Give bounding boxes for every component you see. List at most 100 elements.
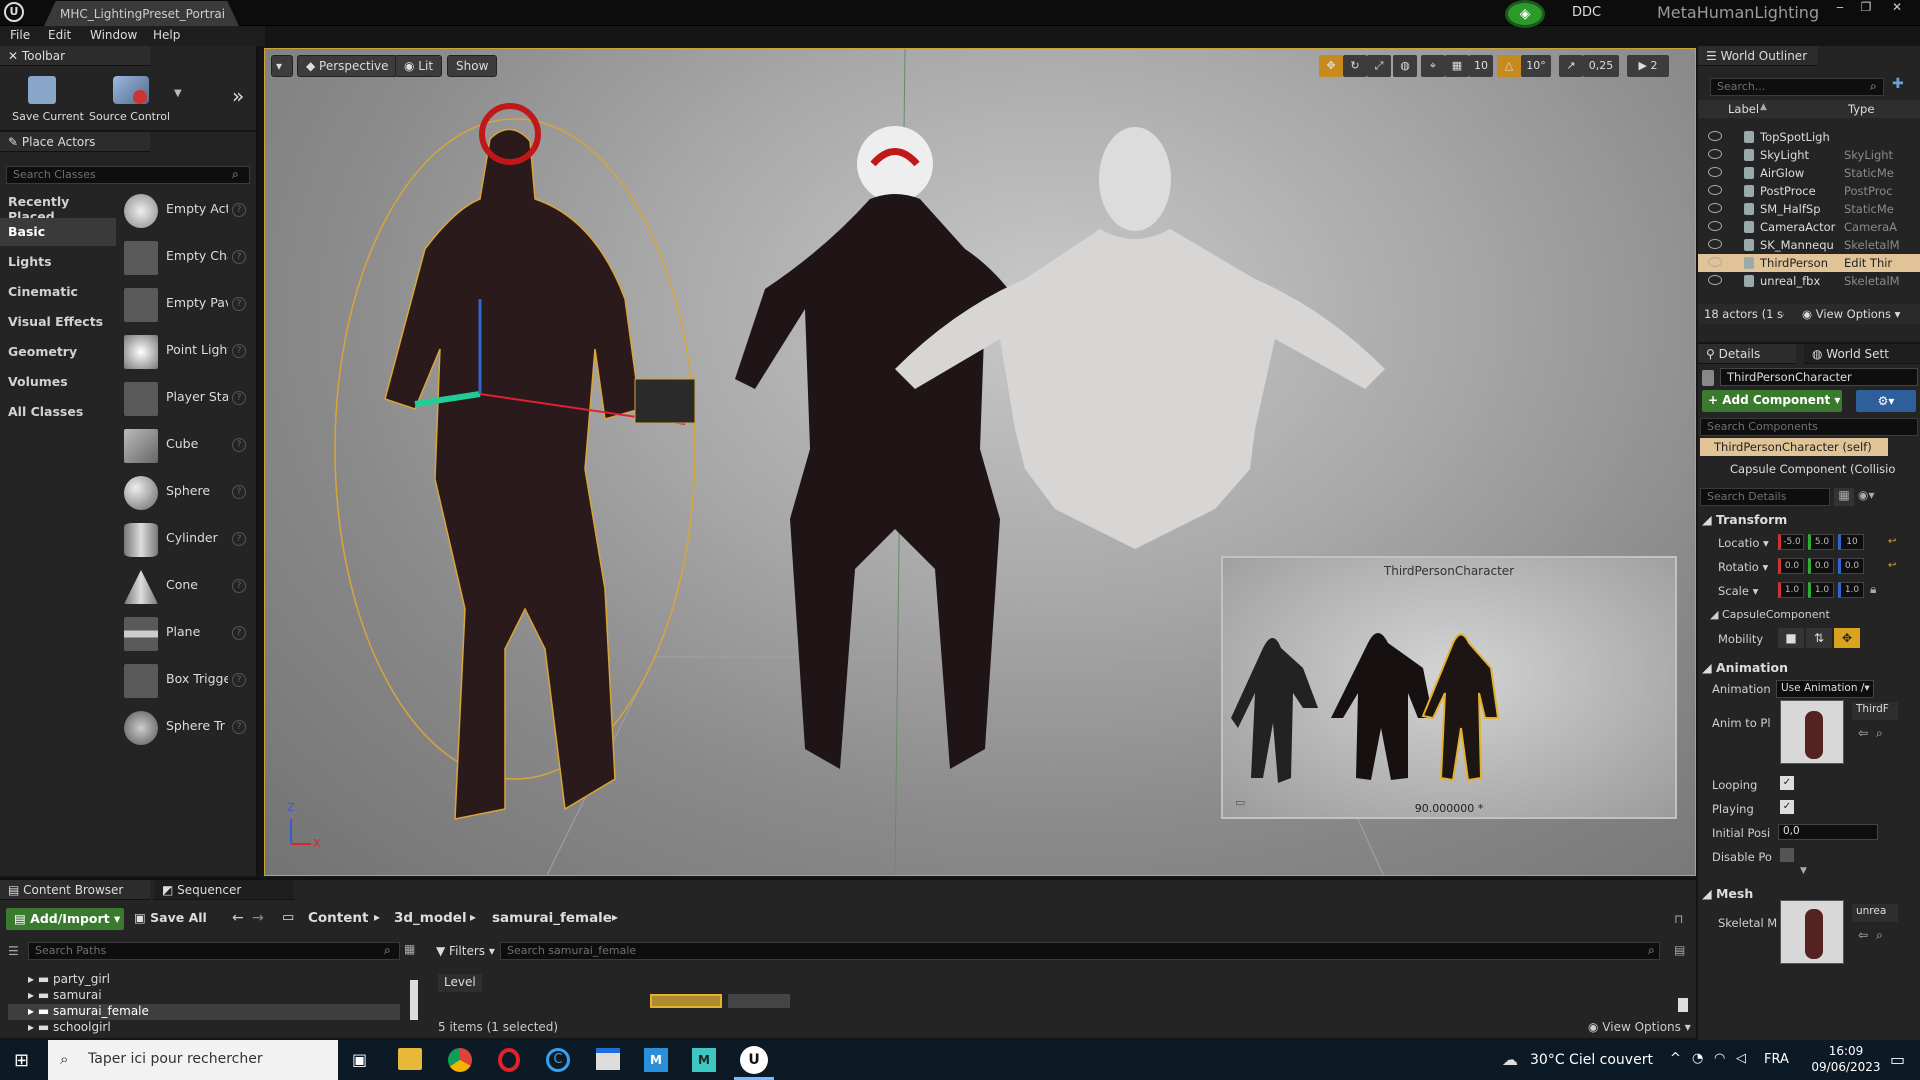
transform-section-header[interactable]: ◢ Transform [1702,512,1787,527]
advanced-expand-icon[interactable]: ▼ [1800,866,1807,876]
menu-help[interactable]: Help [153,28,180,42]
category-visual-effects[interactable]: Visual Effects [0,308,116,336]
breadcrumb-3d-model[interactable]: 3d_model [394,910,467,926]
playing-checkbox[interactable]: ✓ [1780,800,1794,814]
search-assets-input[interactable]: Search samurai_female [500,942,1660,960]
outliner-row[interactable]: AirGlow StaticMe [1698,164,1920,182]
world-outliner-tab[interactable]: ☰ World Outliner [1698,46,1818,66]
help-icon[interactable]: ? [232,720,246,734]
location-x-field[interactable]: -5.0 [1778,534,1804,550]
actor-item[interactable]: Cone? [120,565,252,610]
network-icon[interactable]: ◔ [1692,1051,1703,1066]
help-icon[interactable]: ? [232,391,246,405]
scale-x-field[interactable]: 1.0 [1778,582,1804,598]
help-icon[interactable]: ? [232,344,246,358]
store-icon[interactable] [596,1048,620,1070]
outliner-row[interactable]: SM_HalfSp StaticMe [1698,200,1920,218]
windows-start-icon[interactable]: ⊞ [14,1050,34,1071]
rotation-snap-value[interactable]: 10° [1521,55,1551,77]
help-icon[interactable]: ? [232,673,246,687]
category-recently-placed[interactable]: Recently Placed [0,188,116,224]
surface-snap-icon[interactable]: ⌖ [1421,55,1445,77]
search-components-input[interactable]: Search Components [1700,418,1918,436]
initial-position-field[interactable]: 0,0 [1778,824,1878,840]
back-arrow-icon[interactable]: ← [232,910,244,926]
rotation-snap-icon[interactable]: △ [1497,55,1521,77]
reset-icon[interactable]: ↩ [1888,536,1896,547]
mobility-static-button[interactable]: ■ [1778,628,1804,648]
visibility-eye-icon[interactable] [1708,185,1722,195]
visibility-eye-icon[interactable] [1708,149,1722,159]
lock-icon[interactable]: ⊓ [1674,912,1683,926]
metahuman-creator-icon[interactable]: M [692,1048,716,1072]
scale-snap-icon[interactable]: ↗ [1559,55,1583,77]
visibility-eye-icon[interactable] [1708,257,1722,267]
document-tab[interactable]: MHC_LightingPreset_Portrai [44,1,239,26]
animation-mode-dropdown[interactable]: Use Animation /▾ [1776,680,1874,698]
blueprint-button[interactable]: ⚙▾ [1856,390,1916,412]
scale-z-field[interactable]: 1.0 [1838,582,1864,598]
clock-date[interactable]: 09/06/2023 [1806,1060,1886,1074]
save-search-icon[interactable]: ▤ [1674,943,1685,957]
ddc-label[interactable]: DDC [1572,5,1601,20]
mesh-thumbnail[interactable] [1780,900,1844,964]
source-control-button[interactable]: Source Control [89,74,185,124]
lit-button[interactable]: ◉ Lit [395,55,443,77]
breadcrumb-separator-icon[interactable]: ▸ [374,910,380,924]
forward-arrow-icon[interactable]: → [252,910,264,926]
save-all-button[interactable]: ▣ Save All [134,910,207,925]
breadcrumb-separator-icon[interactable]: ▸ [470,910,476,924]
dropdown-arrow-icon[interactable]: ▼ [174,88,182,99]
location-z-field[interactable]: 10 [1838,534,1864,550]
search-classes-input[interactable]: Search Classes [6,166,250,184]
browse-icon[interactable]: ⌕ [1876,726,1883,741]
path-view-options-icon[interactable]: ▦ [404,942,420,960]
capsule-component-row[interactable]: Capsule Component (Collisio [1708,460,1918,478]
perspective-button[interactable]: ◆ Perspective [297,55,398,77]
folder-item[interactable]: ▸ ▬ samurai [28,988,398,1004]
viewport-options-button[interactable]: ▾ [271,55,293,77]
help-icon[interactable]: ? [232,626,246,640]
category-volumes[interactable]: Volumes [0,368,116,396]
camera-speed-button[interactable]: ▶ 2 [1627,55,1669,77]
visibility-eye-icon[interactable] [1708,239,1722,249]
file-explorer-icon[interactable] [398,1048,422,1070]
visibility-eye-icon[interactable] [1708,167,1722,177]
disable-post-process-checkbox[interactable] [1780,848,1794,862]
rotate-tool-icon[interactable]: ↻ [1343,55,1367,77]
menu-window[interactable]: Window [90,28,137,42]
use-selected-icon[interactable]: ⇦ [1858,726,1868,740]
content-view-options[interactable]: ◉ View Options ▾ [1588,1020,1691,1034]
scale-snap-value[interactable]: 0,25 [1583,55,1619,77]
help-icon[interactable]: ? [232,203,246,217]
menu-file[interactable]: File [10,28,30,42]
breadcrumb-separator-icon[interactable]: ▸ [612,910,618,924]
category-lights[interactable]: Lights [0,248,116,276]
help-icon[interactable]: ? [232,250,246,264]
mobility-stationary-button[interactable]: ⇅ [1806,628,1832,648]
toolbar-tab[interactable]: ✕ Toolbar [0,46,150,66]
notifications-icon[interactable]: ▭ [1890,1050,1905,1069]
asset-thumbnail[interactable] [728,994,790,1008]
rotation-x-field[interactable]: 0.0 [1778,558,1804,574]
breadcrumb-content[interactable]: Content [308,910,368,926]
asset-thumbnail-selected[interactable] [650,994,722,1008]
details-tab[interactable]: ⚲ Details [1698,344,1796,364]
scale-y-field[interactable]: 1.0 [1808,582,1834,598]
clock-time[interactable]: 16:09 [1812,1044,1880,1058]
component-self-row[interactable]: ThirdPersonCharacter (self) [1700,438,1888,456]
mobility-movable-button[interactable]: ✥ [1834,628,1860,648]
close-button[interactable]: ✕ [1884,0,1910,16]
add-import-button[interactable]: ▤ Add/Import ▾ [6,908,124,930]
actor-item[interactable]: Box Trigge? [120,659,252,704]
outliner-row[interactable]: SK_Mannequ SkeletalM [1698,236,1920,254]
actor-name-field[interactable]: ThirdPersonCharacter [1720,368,1918,386]
outliner-row[interactable]: unreal_fbx SkeletalM [1698,272,1920,290]
visibility-eye-icon[interactable] [1708,275,1722,285]
expand-toolbar-icon[interactable]: » [232,84,244,108]
breadcrumb-samurai-female[interactable]: samurai_female [492,910,612,926]
lock-icon[interactable]: 🔒︎ [1870,582,1876,597]
grid-snap-icon[interactable]: ▦ [1445,55,1469,77]
category-all-classes[interactable]: All Classes [0,398,116,426]
world-local-icon[interactable]: ◍ [1393,55,1417,77]
